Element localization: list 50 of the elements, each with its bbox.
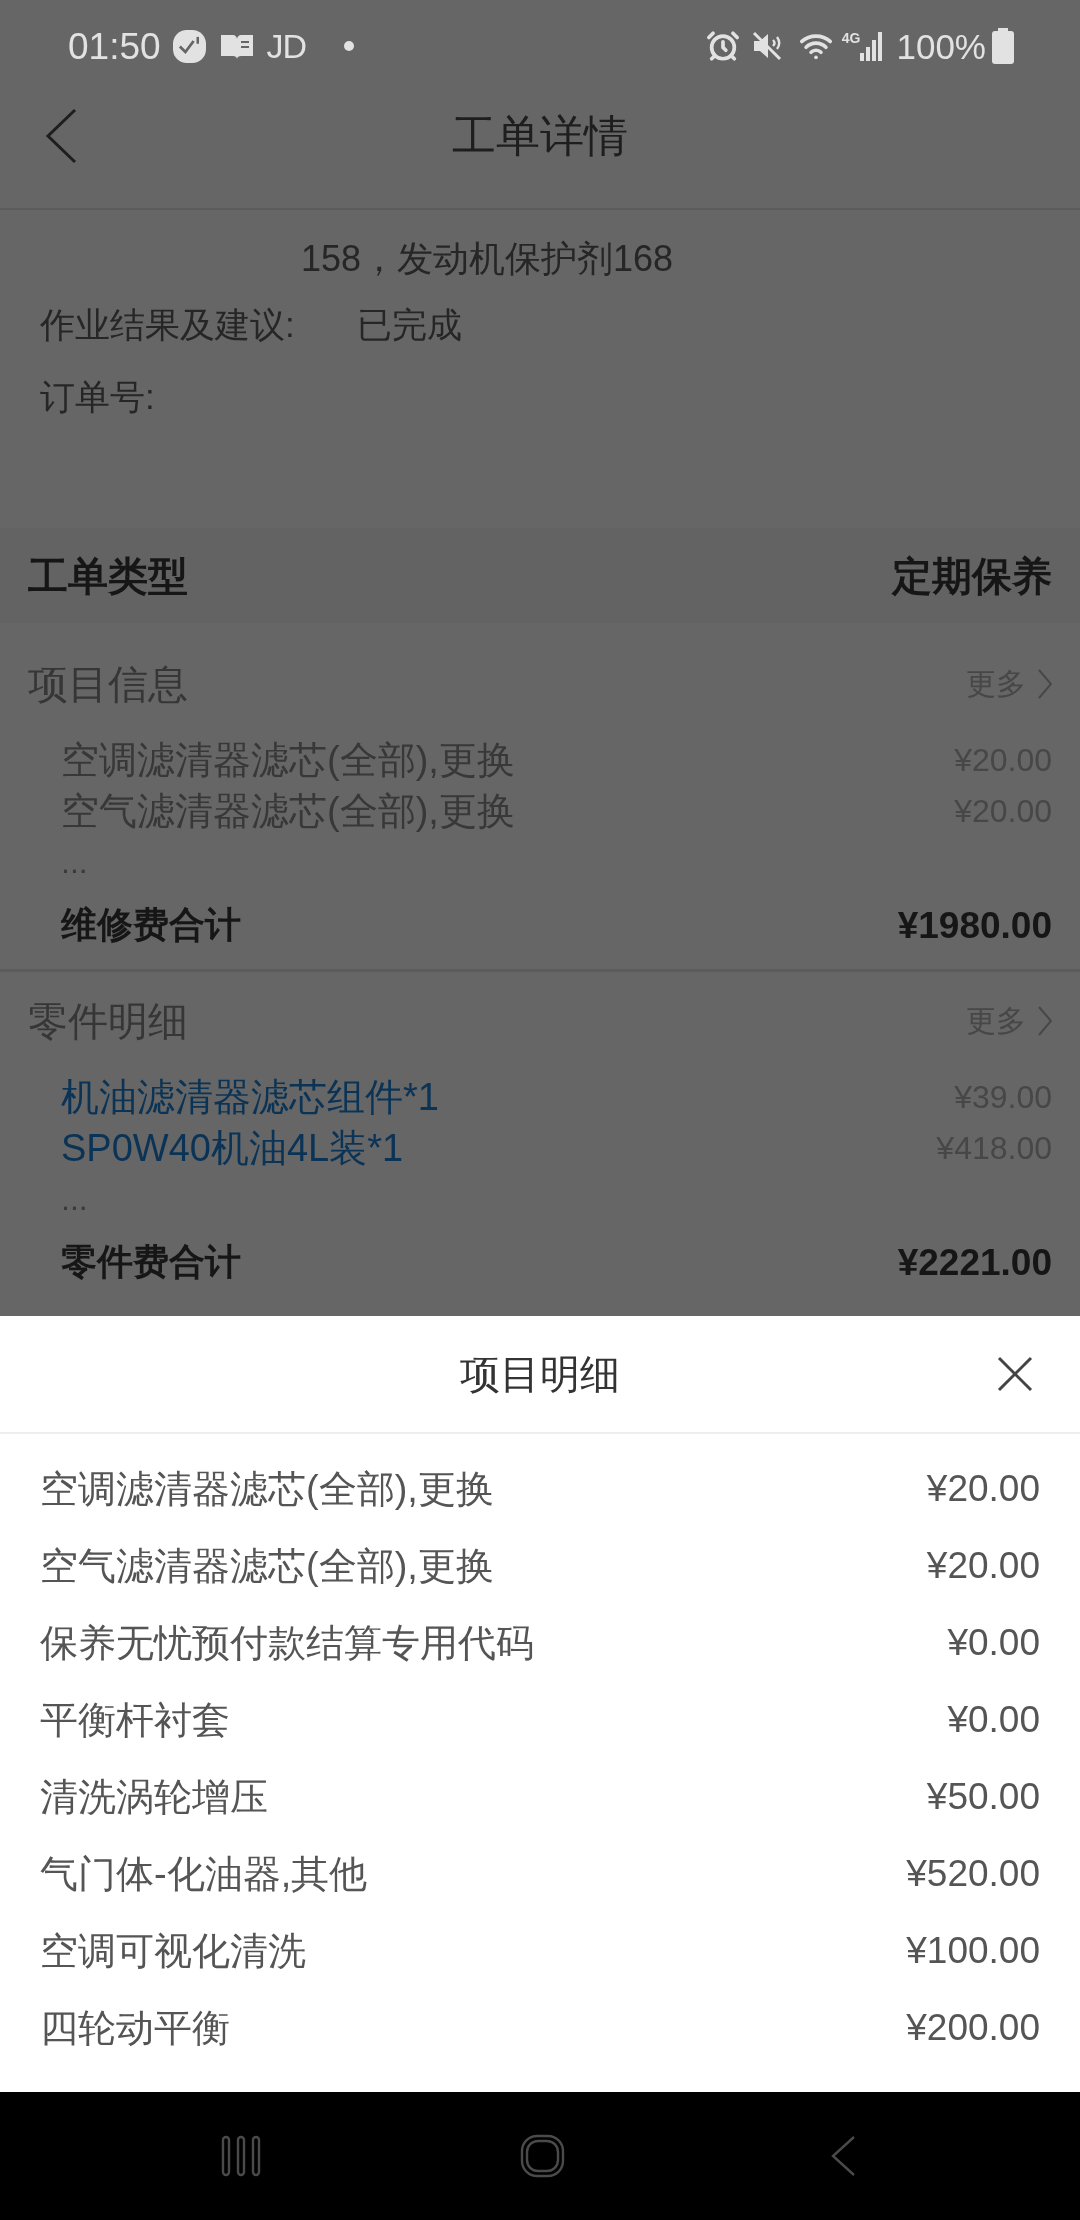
field-value: 已完成 <box>357 306 462 342</box>
chevron-right-icon <box>1038 669 1052 699</box>
book-icon <box>220 33 253 59</box>
page-title: 工单详情 <box>452 114 628 158</box>
row-price: ¥100.00 <box>906 1932 1040 1969</box>
row-price: ¥50.00 <box>926 1778 1040 1815</box>
row-name: 平衡杆衬套 <box>40 1700 230 1739</box>
alarm-clock-icon <box>705 29 740 63</box>
row-price: ¥200.00 <box>906 2009 1040 2046</box>
total-label: 维修费合计 <box>61 907 241 943</box>
order-type-value: 定期保养 <box>892 555 1052 596</box>
ellipsis-text: ... <box>61 1182 88 1215</box>
row-name: 空气滤清器滤芯(全部),更换 <box>40 1546 494 1585</box>
ellipsis-text: ... <box>61 845 88 878</box>
row-price: ¥0.00 <box>947 1701 1040 1738</box>
row-price: ¥20.00 <box>926 1470 1040 1507</box>
row-name: 保养无忧预付款结算专用代码 <box>40 1623 534 1662</box>
field-label: 作业结果及建议: <box>40 306 296 342</box>
row-price: ¥520.00 <box>906 1855 1040 1892</box>
total-amount: ¥1980.00 <box>897 906 1052 944</box>
battery-icon <box>992 28 1014 64</box>
part-link[interactable]: SP0W40机油4L装*1 <box>61 1128 404 1167</box>
total-label: 零件费合计 <box>61 1244 241 1280</box>
back-chevron-icon <box>45 108 77 164</box>
row-name: 气门体-化油器,其他 <box>40 1854 368 1893</box>
muted-speaker-icon <box>751 31 782 61</box>
row-name: 空调滤清器滤芯(全部),更换 <box>40 1469 494 1508</box>
battery-percent: 100% <box>896 28 986 64</box>
close-icon <box>997 1356 1033 1392</box>
home-icon[interactable] <box>520 2134 565 2178</box>
row-name: 空调可视化清洗 <box>40 1931 306 1970</box>
check-badge-icon <box>172 29 206 63</box>
row-name: 清洗涡轮增压 <box>40 1777 268 1816</box>
recent-apps-icon[interactable] <box>221 2135 261 2177</box>
row-price: ¥0.00 <box>947 1624 1040 1661</box>
app-notification-text: JD <box>266 29 307 63</box>
sheet-title: 项目明细 <box>460 1354 620 1394</box>
signal-bars-icon <box>860 31 883 61</box>
network-type-label: 4G <box>841 31 861 45</box>
total-amount: ¥2221.00 <box>897 1243 1052 1281</box>
order-type-label: 工单类型 <box>28 555 188 596</box>
back-icon[interactable] <box>830 2135 857 2177</box>
detail-text: 158，发动机保护剂168 <box>301 237 675 281</box>
row-price: ¥20.00 <box>926 1547 1040 1584</box>
field-label: 订单号: <box>40 378 156 414</box>
row-name: 四轮动平衡 <box>40 2008 230 2047</box>
clock-time: 01:50 <box>68 27 161 65</box>
part-link[interactable]: 机油滤清器滤芯组件*1 <box>61 1077 439 1116</box>
chevron-right-icon <box>1038 1006 1052 1036</box>
dot-icon <box>344 41 355 51</box>
